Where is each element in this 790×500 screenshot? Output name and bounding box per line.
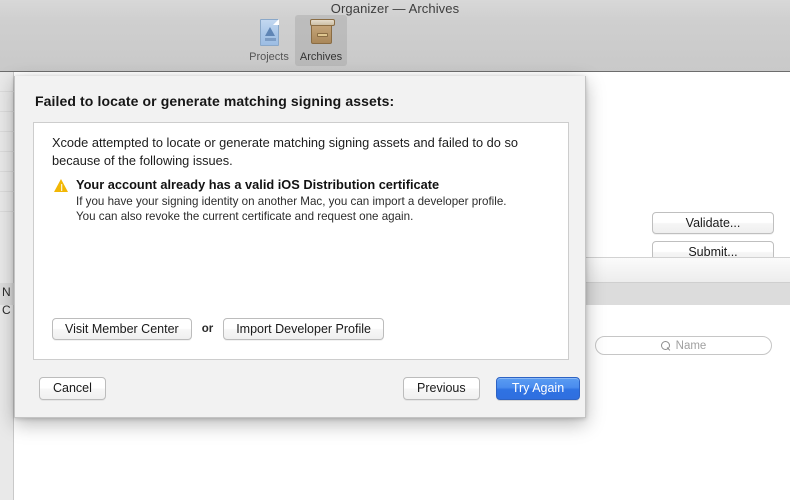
cancel-button[interactable]: Cancel	[39, 377, 106, 400]
warning-triangle-icon	[54, 179, 69, 193]
search-placeholder: Name	[675, 339, 707, 352]
list-item[interactable]	[0, 152, 14, 172]
dialog-detail-panel: Xcode attempted to locate or generate ma…	[33, 122, 569, 360]
toolbar-item-projects-label: Projects	[249, 51, 289, 63]
issue-row: Your account already has a valid iOS Dis…	[54, 177, 554, 224]
sidebar-rows	[0, 72, 14, 212]
archives-box-icon	[305, 17, 337, 49]
search-input[interactable]: Name	[595, 336, 772, 355]
validate-button[interactable]: Validate...	[652, 212, 774, 234]
column-header-creation-date[interactable]: C	[2, 303, 11, 317]
actions-separator: or	[201, 323, 214, 335]
issue-line-2: You can also revoke the current certific…	[76, 209, 414, 223]
toolbar-item-archives-label: Archives	[299, 51, 343, 63]
projects-document-icon	[253, 17, 285, 49]
dialog-title: Failed to locate or generate matching si…	[35, 93, 395, 109]
list-item[interactable]	[0, 92, 14, 112]
window-title: Organizer — Archives	[330, 1, 460, 16]
toolbar: Projects Archives	[243, 15, 347, 66]
list-item[interactable]	[0, 112, 14, 132]
try-again-button[interactable]: Try Again	[496, 377, 580, 400]
column-header-name[interactable]: N	[2, 285, 11, 299]
list-item[interactable]	[0, 192, 14, 212]
list-item[interactable]	[0, 172, 14, 192]
screen: Organizer — Archives Projects Archives V…	[0, 0, 790, 500]
list-item[interactable]	[0, 132, 14, 152]
dialog-description: Xcode attempted to locate or generate ma…	[52, 135, 518, 168]
visit-member-center-button[interactable]: Visit Member Center	[52, 318, 192, 340]
search-icon	[660, 340, 671, 351]
signing-assets-dialog: Failed to locate or generate matching si…	[14, 76, 586, 418]
issue-headline: Your account already has a valid iOS Dis…	[76, 177, 440, 192]
issue-line-1: If you have your signing identity on ano…	[76, 195, 507, 208]
toolbar-item-projects[interactable]: Projects	[243, 15, 295, 66]
import-developer-profile-button[interactable]: Import Developer Profile	[223, 318, 384, 340]
toolbar-item-archives[interactable]: Archives	[295, 15, 347, 66]
dialog-footer: Cancel Previous Try Again	[15, 372, 587, 418]
list-item[interactable]	[0, 72, 14, 92]
previous-button[interactable]: Previous	[403, 377, 480, 400]
issue-actions: Visit Member Center or Import Developer …	[52, 318, 384, 340]
issue-text: Your account already has a valid iOS Dis…	[76, 177, 554, 224]
window-titlebar: Organizer — Archives Projects Archives	[0, 0, 790, 72]
